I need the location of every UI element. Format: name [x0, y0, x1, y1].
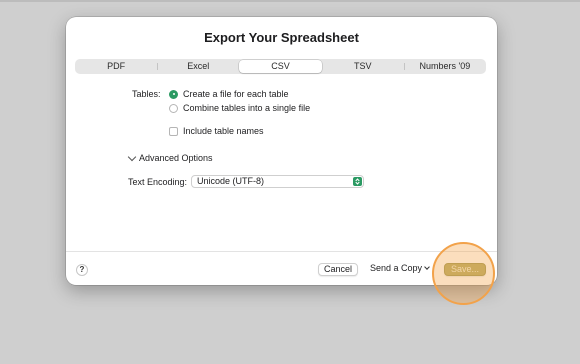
checkbox-icon	[169, 126, 178, 136]
dialog-title: Export Your Spreadsheet	[204, 30, 359, 45]
format-tab-bar: PDF Excel CSV TSV Numbers '09	[75, 59, 486, 74]
text-encoding-label: Text Encoding:	[128, 177, 188, 187]
send-a-copy-label: Send a Copy	[369, 263, 423, 273]
radio-selected-icon	[169, 89, 178, 99]
text-encoding-select[interactable]: Unicode (UTF-8)	[191, 175, 364, 188]
tab-csv[interactable]: CSV	[239, 60, 322, 73]
tab-pdf[interactable]: PDF	[75, 59, 157, 74]
tab-numbers-09[interactable]: Numbers '09	[403, 59, 486, 74]
advanced-options-toggle[interactable]: Advanced Options	[139, 153, 213, 163]
click-highlight-circle	[432, 242, 495, 305]
chevron-down-icon[interactable]	[127, 152, 137, 162]
footer-divider	[66, 251, 497, 252]
help-button[interactable]: ?	[76, 264, 88, 276]
tab-excel[interactable]: Excel	[157, 59, 239, 74]
text-encoding-value: Unicode (UTF-8)	[197, 176, 265, 186]
select-arrows-icon	[353, 177, 362, 186]
cancel-button[interactable]: Cancel	[318, 263, 358, 276]
tab-tsv[interactable]: TSV	[322, 59, 404, 74]
send-a-copy-button[interactable]: Send a Copy	[365, 263, 434, 276]
export-dialog: Export Your Spreadsheet PDF Excel CSV TS…	[66, 17, 497, 285]
window-top-edge	[0, 0, 580, 2]
tables-label: Tables:	[132, 89, 161, 99]
include-table-names-label: Include table names	[183, 126, 264, 136]
radio-file-per-table[interactable]: Create a file for each table	[169, 89, 289, 99]
chevron-down-icon	[424, 264, 430, 270]
radio-unselected-icon	[169, 103, 178, 113]
include-table-names-checkbox[interactable]: Include table names	[169, 126, 264, 136]
radio-single-file[interactable]: Combine tables into a single file	[169, 103, 310, 113]
radio-file-per-table-label: Create a file for each table	[183, 89, 289, 99]
radio-single-file-label: Combine tables into a single file	[183, 103, 311, 113]
